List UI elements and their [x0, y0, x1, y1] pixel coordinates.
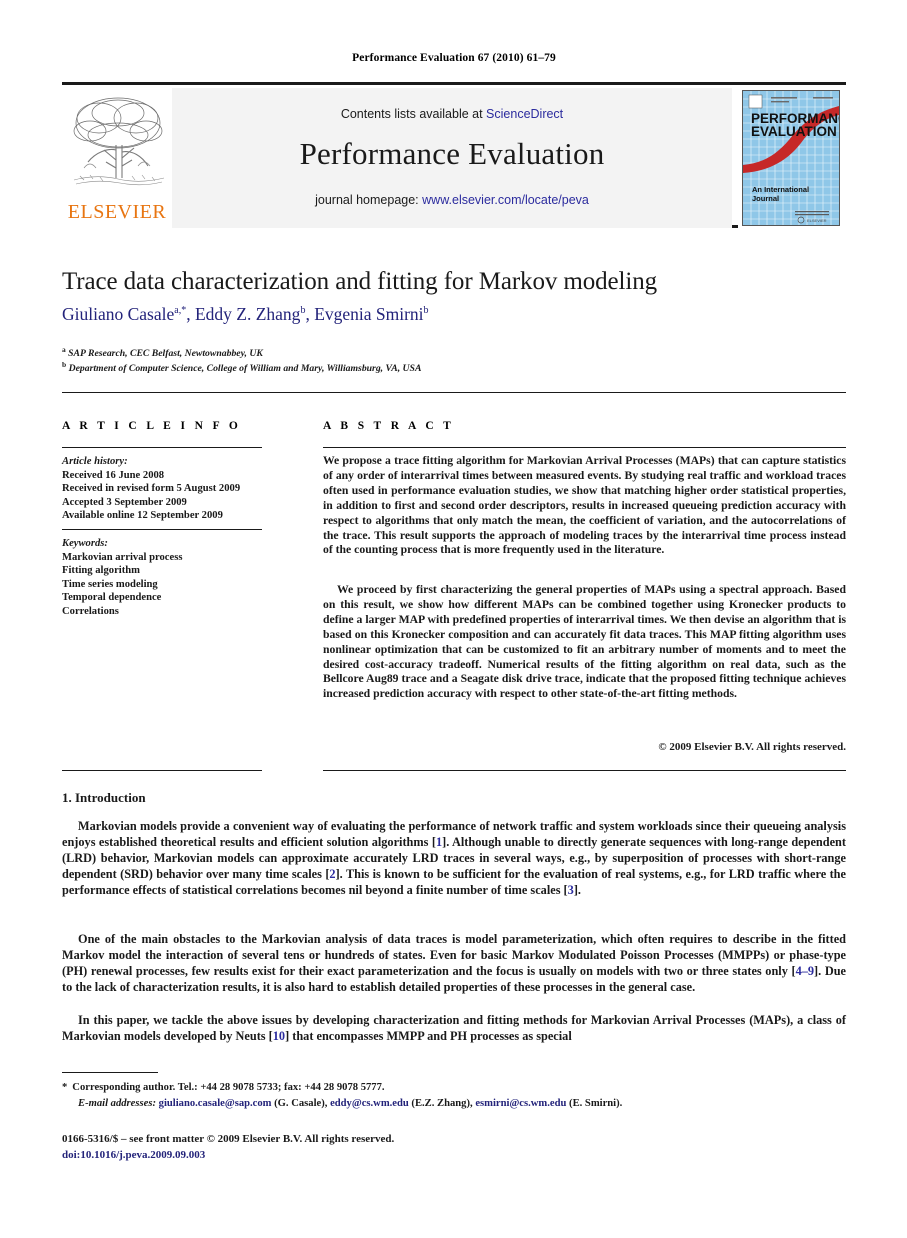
- email-person-2: (E. Smirni).: [566, 1098, 623, 1109]
- affiliation-a-mark: a: [62, 345, 66, 354]
- masthead-center: Contents lists available at ScienceDirec…: [172, 88, 732, 228]
- article-history-item: Accepted 3 September 2009: [62, 496, 187, 508]
- citation-ref[interactable]: 4–9: [796, 964, 814, 978]
- keyword-item: Time series modeling: [62, 578, 158, 590]
- svg-text:ELSEVIER: ELSEVIER: [807, 218, 827, 223]
- corresponding-author-marker: *: [62, 1082, 68, 1093]
- article-info-top-rule: [62, 447, 262, 448]
- svg-text:Journal: Journal: [752, 194, 779, 203]
- author-1-marks: b: [300, 305, 306, 317]
- article-history-block: Article history: Received 16 June 2008 R…: [62, 455, 272, 523]
- article-history-item: Received 16 June 2008: [62, 469, 165, 481]
- introduction-paragraph-2: One of the main obstacles to the Markovi…: [62, 931, 846, 995]
- article-info-mid-rule: [62, 529, 262, 530]
- article-history-label: Article history:: [62, 456, 128, 467]
- email-link-2[interactable]: esmirni@cs.wm.edu: [475, 1098, 566, 1109]
- abstract-paragraph-1: We propose a trace fitting algorithm for…: [323, 454, 846, 557]
- abstract-heading: A B S T R A C T: [323, 420, 455, 432]
- keyword-item: Fitting algorithm: [62, 565, 140, 577]
- issn-frontmatter-line: 0166-5316/$ – see front matter © 2009 El…: [62, 1133, 395, 1145]
- affiliation-b-mark: b: [62, 360, 67, 369]
- journal-cover-thumbnail: PERFORMANCE EVALUATION An International …: [738, 88, 846, 228]
- paper-page: Performance Evaluation 67 (2010) 61–79 E…: [0, 0, 907, 1238]
- article-info-heading: A R T I C L E I N F O: [62, 420, 242, 432]
- keyword-item: Correlations: [62, 605, 119, 617]
- contents-prefix: Contents lists available at: [340, 107, 487, 121]
- keyword-item: Markovian arrival process: [62, 551, 183, 563]
- contents-available-line: Contents lists available at ScienceDirec…: [172, 107, 732, 121]
- running-head: Performance Evaluation 67 (2010) 61–79: [352, 52, 556, 64]
- doi-link[interactable]: doi:10.1016/j.peva.2009.09.003: [62, 1149, 846, 1161]
- footnote-divider: [62, 1072, 158, 1073]
- introduction-heading: 1. Introduction: [62, 790, 146, 805]
- email-link-1[interactable]: eddy@cs.wm.edu: [330, 1098, 409, 1109]
- paper-title: Trace data characterization and fitting …: [62, 268, 658, 295]
- journal-cover-image: PERFORMANCE EVALUATION An International …: [742, 90, 840, 226]
- corresponding-author-note: * Corresponding author. Tel.: +44 28 9078…: [62, 1082, 846, 1093]
- affiliation-b-text: Department of Computer Science, College …: [68, 363, 422, 375]
- introduction-paragraph-1: Markovian models provide a convenient wa…: [62, 818, 846, 898]
- masthead-inner: ELSEVIER Contents lists available at Sci…: [62, 88, 846, 228]
- affiliation-a: a SAP Research, CEC Belfast, Newtownabbe…: [62, 345, 846, 359]
- journal-homepage-link[interactable]: www.elsevier.com/locate/peva: [422, 193, 589, 207]
- author-0-marks: a,*: [174, 305, 187, 317]
- svg-text:An International: An International: [752, 185, 809, 194]
- email-person-1: (E.Z. Zhang),: [408, 1098, 476, 1109]
- keyword-item: Temporal dependence: [62, 592, 162, 604]
- introduction-paragraph-3: In this paper, we tackle the above issue…: [62, 1012, 846, 1044]
- keywords-block: Keywords: Markovian arrival process Fitt…: [62, 537, 272, 619]
- homepage-prefix: journal homepage:: [315, 193, 423, 207]
- email-person-0: (G. Casale),: [271, 1098, 331, 1109]
- author-2-name: Evgenia Smirni: [314, 304, 424, 324]
- keywords-label: Keywords:: [62, 538, 108, 549]
- citation-ref[interactable]: 10: [273, 1029, 285, 1043]
- journal-masthead: ELSEVIER Contents lists available at Sci…: [62, 82, 846, 228]
- sciencedirect-link[interactable]: ScienceDirect: [486, 107, 563, 121]
- abstract-top-rule: [323, 447, 846, 448]
- abstract-copyright: © 2009 Elsevier B.V. All rights reserved…: [658, 741, 846, 753]
- affiliation-b: b Department of Computer Science, Colleg…: [62, 360, 846, 374]
- svg-text:EVALUATION: EVALUATION: [751, 124, 837, 139]
- article-history-item: Received in revised form 5 August 2009: [62, 483, 241, 495]
- title-divider: [62, 392, 846, 393]
- author-list: Giuliano Casalea,*, Eddy Z. Zhangb, Evge…: [62, 304, 429, 324]
- elsevier-wordmark: ELSEVIER: [67, 201, 167, 223]
- author-1-name: Eddy Z. Zhang: [194, 304, 301, 324]
- body-text: One of the main obstacles to the Markovi…: [62, 932, 846, 979]
- author-2-marks: b: [423, 305, 429, 317]
- affiliation-a-text: SAP Research, CEC Belfast, Newtownabbey,…: [68, 348, 263, 360]
- email-addresses-label: E-mail addresses:: [78, 1098, 156, 1109]
- body-text: ] that encompasses MMPP and PH processes…: [285, 1029, 572, 1044]
- abstract-paragraph-2: We proceed by first characterizing the g…: [323, 583, 846, 701]
- elsevier-logo: ELSEVIER: [62, 88, 172, 228]
- journal-title: Performance Evaluation: [299, 136, 605, 171]
- elsevier-tree-icon: [66, 90, 170, 194]
- article-history-item: Available online 12 September 2009: [62, 510, 223, 522]
- abstract-bottom-rule: [323, 770, 846, 771]
- email-addresses-note: E-mail addresses: giuliano.casale@sap.co…: [78, 1098, 858, 1109]
- body-text: ].: [573, 883, 581, 898]
- corresponding-author-text: Corresponding author. Tel.: +44 28 9078 …: [72, 1082, 385, 1093]
- journal-homepage-line: journal homepage: www.elsevier.com/locat…: [172, 193, 732, 207]
- article-info-bottom-rule: [62, 770, 262, 771]
- author-0-name: Giuliano Casale: [62, 304, 175, 324]
- email-link-0[interactable]: giuliano.casale@sap.com: [159, 1098, 272, 1109]
